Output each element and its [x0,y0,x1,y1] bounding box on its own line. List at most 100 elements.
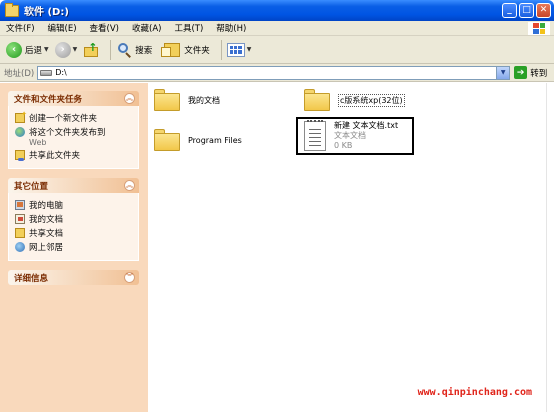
menu-view[interactable]: 查看(V) [90,22,119,34]
new-folder-icon [15,110,27,123]
forward-arrow-icon: › [54,41,71,58]
place-label: 我的文档 [29,215,64,225]
globe-icon [15,127,25,137]
task-label: 将这个文件夹发布到 [29,128,106,138]
up-folder-icon: ↑ [83,42,99,58]
file-name: Program Files [188,135,242,145]
go-button[interactable]: ➔ 转到 [514,66,547,79]
menu-tools[interactable]: 工具(T) [174,22,203,34]
computer-icon [15,200,25,210]
go-arrow-icon: ➔ [514,66,528,79]
shared-folder-icon [15,228,25,238]
place-my-documents[interactable]: 我的文档 [15,213,132,225]
panel-header[interactable]: 其它位置 ︽ [8,178,139,193]
address-value: D:\ [55,68,67,77]
details-panel: 详细信息 ︾ [8,270,139,285]
search-icon [116,42,132,58]
folder-icon [154,129,180,151]
folder-icon [154,89,180,111]
task-publish-web[interactable]: 将这个文件夹发布到 Web [15,126,132,147]
menu-edit[interactable]: 编辑(E) [48,22,77,34]
network-icon [15,242,25,252]
task-label: 创建一个新文件夹 [29,114,98,124]
file-item-text[interactable]: 新建 文本文档.txt 文本文档 0 KB [296,117,415,155]
window-title: 软件 (D:) [24,7,69,18]
chevron-down-icon[interactable]: ▼ [247,46,252,53]
file-meta: 新建 文本文档.txt 文本文档 0 KB [334,121,398,151]
menu-favorites[interactable]: 收藏(A) [132,22,161,34]
views-button[interactable]: ▼ [226,42,252,57]
forward-button[interactable]: › ▼ [54,41,78,58]
file-item-folder[interactable]: c版系统xp(32位) [304,89,405,111]
menu-bar: 文件(F) 编辑(E) 查看(V) 收藏(A) 工具(T) 帮助(H) [0,21,554,36]
task-pane: 文件和文件夹任务 ︽ 创建一个新文件夹 将这个文件夹发布到 Web 共享此文件夹 [0,83,148,412]
folder-icon [5,2,19,17]
folders-icon [161,42,181,57]
file-item-folder[interactable]: Program Files [154,129,242,151]
folder-icon [304,89,330,111]
search-label: 搜索 [135,45,153,56]
panel-title: 详细信息 [14,273,49,284]
file-tasks-panel: 文件和文件夹任务 ︽ 创建一个新文件夹 将这个文件夹发布到 Web 共享此文件夹 [8,91,139,169]
file-type: 文本文档 [334,131,366,140]
title-bar: 软件 (D:) _ □ ✕ [0,0,554,21]
toolbar: ‹ 后退 ▼ › ▼ ↑ 搜索 文件夹 ▼ [0,36,554,64]
file-list: 我的文档 c版系统xp(32位) Program Files 新建 文本文档.t… [148,83,546,412]
back-button[interactable]: ‹ 后退 ▼ [6,41,49,58]
collapse-chevron-icon[interactable]: ︽ [124,180,135,191]
file-name: 我的文档 [188,95,220,105]
minimize-button[interactable]: _ [502,3,517,18]
panel-header[interactable]: 文件和文件夹任务 ︽ [8,91,139,106]
place-shared-documents[interactable]: 共享文档 [15,227,132,239]
close-button[interactable]: ✕ [536,3,551,18]
folders-label: 文件夹 [184,45,210,56]
place-label: 网上邻居 [29,243,64,253]
place-network[interactable]: 网上邻居 [15,241,132,253]
toolbar-divider [110,39,112,60]
chevron-down-icon[interactable]: ▼ [73,46,78,53]
address-field[interactable]: D:\ ▼ [37,65,511,80]
search-button[interactable]: 搜索 [116,42,152,58]
text-document-icon [304,120,326,151]
file-name: c版系统xp(32位) [338,93,405,107]
task-label-wrap: 将这个文件夹发布到 Web [29,126,106,147]
menu-help[interactable]: 帮助(H) [216,22,246,34]
address-label: 地址(D) [4,68,35,79]
address-bar: 地址(D) D:\ ▼ ➔ 转到 [0,64,554,82]
drive-icon [40,69,53,76]
window-right-border [546,83,554,412]
panel-title: 文件和文件夹任务 [14,94,83,105]
task-sublabel: Web [29,138,47,147]
place-label: 共享文档 [29,229,64,239]
share-folder-icon [15,150,25,161]
toolbar-divider [220,39,222,60]
file-item-folder[interactable]: 我的文档 [154,89,220,111]
chevron-down-icon[interactable]: ▼ [44,46,49,53]
collapse-chevron-icon[interactable]: ︽ [124,93,135,104]
panel-title: 其它位置 [14,181,49,192]
file-name: 新建 文本文档.txt [334,121,399,130]
other-places-panel: 其它位置 ︽ 我的电脑 我的文档 共享文档 网上邻居 [8,178,139,261]
watermark: www.qinpinchang.com [417,387,532,398]
folders-button[interactable]: 文件夹 [161,42,210,57]
file-size: 0 KB [334,141,353,150]
back-label: 后退 [25,45,43,56]
task-new-folder[interactable]: 创建一个新文件夹 [15,110,132,124]
panel-header[interactable]: 详细信息 ︾ [8,270,139,285]
up-button[interactable]: ↑ [83,42,99,58]
panel-body: 创建一个新文件夹 将这个文件夹发布到 Web 共享此文件夹 [8,106,139,169]
views-icon [226,42,245,57]
window-controls: _ □ ✕ [502,3,551,18]
place-label: 我的电脑 [29,201,64,211]
address-dropdown-button[interactable]: ▼ [496,66,510,79]
task-label: 共享此文件夹 [29,151,81,161]
task-share-folder[interactable]: 共享此文件夹 [15,149,132,161]
windows-logo-icon [528,22,550,35]
place-my-computer[interactable]: 我的电脑 [15,199,132,211]
back-arrow-icon: ‹ [6,41,22,58]
expand-chevron-icon[interactable]: ︾ [124,272,135,283]
menu-file[interactable]: 文件(F) [6,22,35,34]
panel-body: 我的电脑 我的文档 共享文档 网上邻居 [8,193,139,261]
go-label: 转到 [530,68,548,79]
maximize-button[interactable]: □ [519,3,534,18]
